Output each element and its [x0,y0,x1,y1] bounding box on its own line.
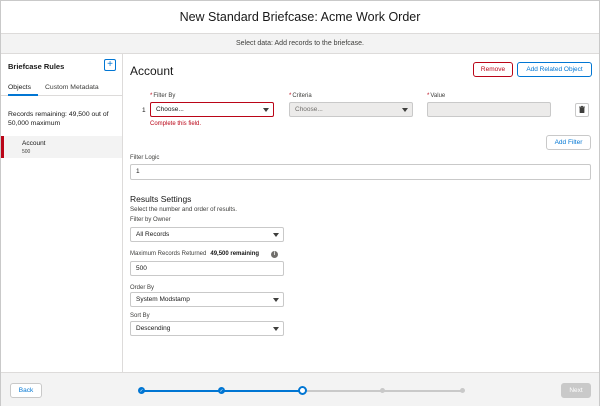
filter-by-select[interactable]: Choose... [150,102,274,117]
max-records-value: 500 [136,265,147,272]
sidebar-item-account[interactable]: Account 500 [1,136,122,158]
remove-button[interactable]: Remove [473,62,513,77]
criteria-select[interactable]: Choose... [289,102,413,117]
filter-by-owner-select[interactable]: All Records [130,227,284,242]
filter-logic-input[interactable]: 1 [130,164,591,180]
sort-by-value: Descending [136,325,171,332]
add-object-button[interactable]: + [104,59,116,71]
object-record-count: 500 [22,149,31,155]
chevron-down-icon [402,108,408,112]
order-by-label: Order By [130,285,155,291]
sidebar-title: Briefcase Rules [8,62,65,71]
filter-by-owner-value: All Records [136,231,170,238]
progress-step-3[interactable] [298,386,307,395]
progress-step-5[interactable] [460,388,465,393]
briefcase-rules-sidebar: Briefcase Rules + Objects Custom Metadat… [1,54,123,372]
filter-logic-label: Filter Logic [130,155,160,161]
back-button[interactable]: Back [10,383,42,398]
value-label: *Value [427,93,446,99]
add-related-object-button[interactable]: Add Related Object [517,62,592,77]
filter-by-owner-label: Filter by Owner [130,217,171,223]
add-filter-button[interactable]: Add Filter [546,135,591,150]
chevron-down-icon [273,327,279,331]
filter-error-text: Complete this field. [150,121,202,127]
criteria-value: Choose... [295,106,323,113]
object-title: Account [130,64,174,78]
info-icon[interactable]: i [271,251,278,258]
modal-header: New Standard Briefcase: Acme Work Order [1,1,599,34]
chevron-down-icon [273,233,279,237]
progress-step-2[interactable]: ✓ [218,387,225,394]
delete-filter-button[interactable] [575,103,589,117]
max-records-remaining: 49,500 remaining [210,251,260,257]
modal-title: New Standard Briefcase: Acme Work Order [179,10,421,24]
check-icon: ✓ [139,388,144,393]
sort-by-select[interactable]: Descending [130,321,284,336]
object-name: Account [22,140,46,147]
records-remaining-text: Records remaining: 49,500 out of 50,000 … [8,111,109,127]
tab-objects[interactable]: Objects [8,79,38,96]
max-records-label: Maximum Records Returned 49,500 remaining [130,251,260,257]
progress-step-1[interactable]: ✓ [138,387,145,394]
results-settings-title: Results Settings [130,194,192,204]
sort-by-label: Sort By [130,313,150,319]
tab-custom-metadata[interactable]: Custom Metadata [45,79,115,96]
criteria-label: *Criteria [289,93,312,99]
filter-by-value: Choose... [156,106,184,113]
step-description: Select data: Add records to the briefcas… [235,40,365,47]
briefcase-modal: New Standard Briefcase: Acme Work Order … [0,0,600,406]
check-icon: ✓ [219,388,224,393]
filter-by-label: *Filter By [150,93,176,99]
step-description-bar: Select data: Add records to the briefcas… [1,34,599,54]
next-button[interactable]: Next [561,383,591,398]
sidebar-tabs: Objects Custom Metadata [1,79,122,96]
order-by-select[interactable]: System Modstamp [130,292,284,307]
order-by-value: System Modstamp [136,296,190,303]
trash-icon [579,105,585,113]
modal-footer: Back ✓ ✓ Next [1,372,599,406]
max-records-input[interactable]: 500 [130,261,284,276]
object-settings-panel: Account Remove Add Related Object *Filte… [130,54,595,372]
results-settings-subtitle: Select the number and order of results. [130,206,237,213]
value-input[interactable] [427,102,551,117]
progress-step-4[interactable] [380,388,385,393]
sidebar-header: Briefcase Rules + [1,54,122,78]
chevron-down-icon [263,108,269,112]
chevron-down-icon [273,298,279,302]
filter-row-number: 1 [142,107,146,114]
progress-indicator: ✓ ✓ [138,386,465,395]
filter-logic-value: 1 [136,168,140,175]
